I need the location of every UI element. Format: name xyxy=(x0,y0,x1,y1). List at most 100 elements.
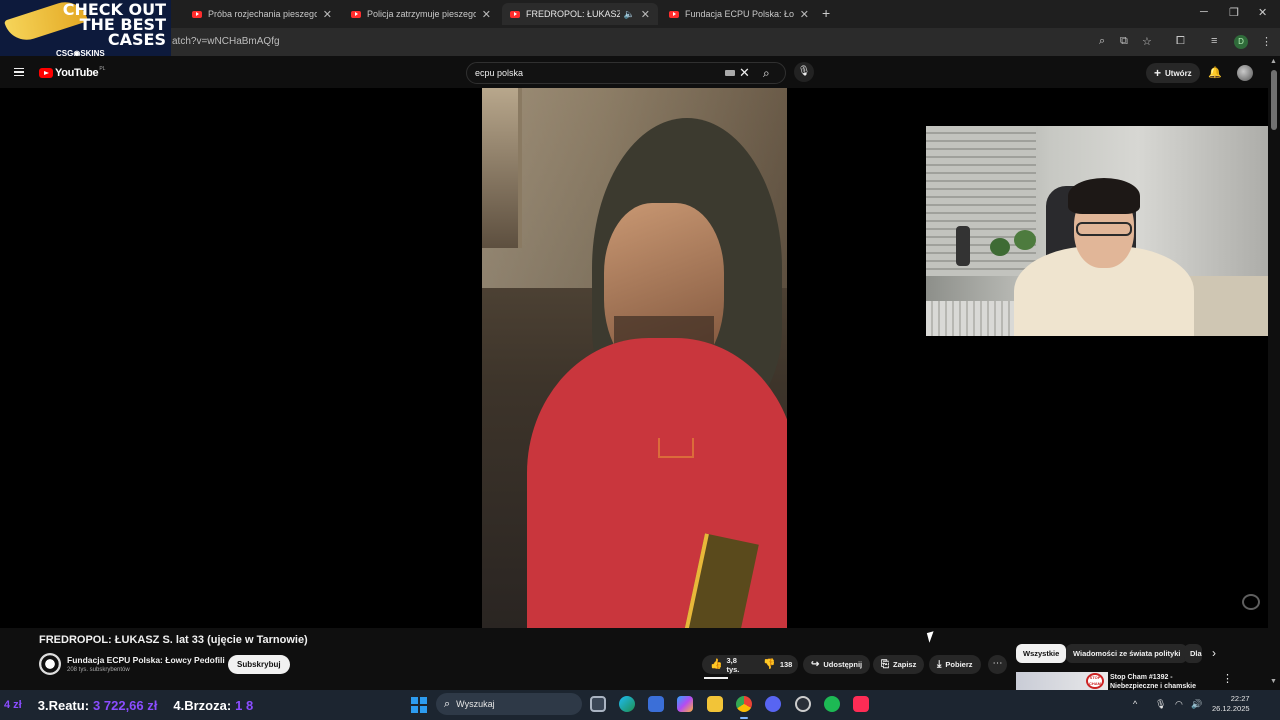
chrome-icon[interactable] xyxy=(736,696,752,719)
recommended-menu-icon[interactable]: ⋮ xyxy=(1222,672,1233,685)
taskbar-search[interactable]: ⌕ Wyszukaj xyxy=(436,693,582,715)
youtube-favicon-icon xyxy=(192,10,202,18)
maximize-icon[interactable]: ❐ xyxy=(1229,6,1239,19)
hamburger-menu-icon[interactable] xyxy=(14,68,24,76)
browser-tab[interactable]: Policja zatrzymuje pieszego na ✕ xyxy=(343,3,499,25)
video-scene-window xyxy=(482,88,522,248)
store-icon[interactable] xyxy=(648,696,664,712)
streamer-webcam-overlay xyxy=(926,126,1280,336)
search-icon[interactable]: ⌕ xyxy=(763,66,770,81)
screen: Próba rozjechania pieszego (Ba ✕ Policja… xyxy=(0,0,1280,720)
download-icon: ⤓ xyxy=(937,659,942,670)
chip-all[interactable]: Wszystkie xyxy=(1016,644,1067,663)
recommended-title-line: Stop Cham #1392 - xyxy=(1110,674,1173,681)
like-dislike-group: 👍 3,8 tys. 👎 138 xyxy=(702,655,798,674)
windows-start-icon[interactable] xyxy=(411,697,427,713)
search-icon: ⌕ xyxy=(444,697,451,710)
dislike-button[interactable]: 👎 138 xyxy=(755,655,800,674)
taskbar-search-placeholder: Wyszukaj xyxy=(456,699,495,709)
clear-search-icon[interactable]: ✕ xyxy=(739,65,750,81)
file-explorer-icon[interactable] xyxy=(707,696,723,712)
webcam-blinds xyxy=(926,126,1036,276)
volume-icon[interactable]: 🔊 xyxy=(1191,699,1202,710)
close-tab-icon[interactable]: ✕ xyxy=(482,8,491,21)
address-bar: atch?v=wNCHaBmAQfg ⌕ ⧉ ☆ ⧠ ≡ D ⋮ xyxy=(0,28,1280,56)
browser-tab[interactable]: Próba rozjechania pieszego (Ba ✕ xyxy=(184,3,340,25)
youtube-favicon-icon xyxy=(669,10,679,18)
youtube-favicon-icon xyxy=(351,10,361,18)
tab-title: Próba rozjechania pieszego (Ba xyxy=(208,9,317,19)
channel-watermark-icon[interactable] xyxy=(1242,594,1260,610)
close-tab-icon[interactable]: ✕ xyxy=(800,8,809,21)
url-field[interactable]: atch?v=wNCHaBmAQfg xyxy=(172,36,280,47)
close-window-icon[interactable]: ✕ xyxy=(1258,6,1267,19)
browser-tab-active[interactable]: FREDROPOL: ŁUKASZ S. lat 🔈 ✕ xyxy=(502,3,658,25)
zoom-icon[interactable]: ⌕ xyxy=(1099,35,1105,48)
speaker-icon[interactable]: 🔈 xyxy=(624,9,635,20)
scroll-up-icon[interactable]: ▲ xyxy=(1270,58,1277,65)
profile-avatar[interactable]: D xyxy=(1234,35,1248,49)
system-clock[interactable]: 22:27 26.12.2025 xyxy=(1212,694,1250,714)
ticker-value: 1 8 xyxy=(235,697,254,713)
like-count: 3,8 tys. xyxy=(726,655,740,674)
video-player[interactable] xyxy=(0,88,1280,628)
mouse-cursor-icon xyxy=(926,631,937,643)
spotify-icon[interactable] xyxy=(824,696,840,712)
ticker-value: 3 722,66 zł xyxy=(93,697,158,713)
browser-tab[interactable]: Fundacja ECPU Polska: Łowcy P ✕ xyxy=(661,3,817,25)
subscribe-button[interactable]: Subskrybuj xyxy=(228,655,290,674)
tray-microphone-icon[interactable]: 🎙 xyxy=(1155,699,1166,710)
search-box[interactable]: ecpu polska ✕ ⌕ xyxy=(466,62,786,84)
account-avatar[interactable] xyxy=(1237,65,1253,81)
webcam-plant xyxy=(1014,230,1036,250)
scrollbar-thumb[interactable] xyxy=(1271,70,1277,130)
chip-politics-news[interactable]: Wiadomości ze świata polityki xyxy=(1066,644,1188,663)
steam-icon[interactable] xyxy=(795,696,811,712)
minimize-icon[interactable]: ─ xyxy=(1200,6,1208,18)
page-scrollbar[interactable]: ▲ ▼ xyxy=(1268,56,1280,690)
chevron-right-icon[interactable]: › xyxy=(1212,646,1216,660)
like-button[interactable]: 👍 3,8 tys. xyxy=(702,655,747,674)
keyboard-icon[interactable] xyxy=(725,70,735,76)
plus-icon: + xyxy=(1154,66,1162,80)
share-button[interactable]: ↪ Udostępnij xyxy=(803,655,871,674)
new-tab-icon[interactable]: + xyxy=(822,5,830,21)
notifications-bell-icon[interactable]: 🔔 xyxy=(1208,66,1222,79)
clock-date: 26.12.2025 xyxy=(1212,704,1250,713)
tab-title: FREDROPOL: ŁUKASZ S. lat xyxy=(526,9,620,19)
thumbs-up-icon: 👍 xyxy=(710,659,723,670)
recommended-video[interactable]: STOP CHAM Stop Cham #1392 - Niebezpieczn… xyxy=(1016,670,1268,690)
tiktok-icon[interactable] xyxy=(853,696,869,712)
chip-for-you[interactable]: Dla xyxy=(1184,644,1202,663)
create-label: Utwórz xyxy=(1165,68,1192,78)
edge-icon[interactable] xyxy=(619,696,635,712)
close-tab-icon[interactable]: ✕ xyxy=(641,8,650,21)
scroll-down-icon[interactable]: ▼ xyxy=(1270,678,1277,685)
tray-chevron-up-icon[interactable]: ^ xyxy=(1133,699,1137,709)
channel-name[interactable]: Fundacja ECPU Polska: Łowcy Pedofili xyxy=(67,655,225,665)
webcam-person-hair xyxy=(1068,178,1140,214)
menu-kebab-icon[interactable]: ⋮ xyxy=(1261,35,1272,48)
copilot-icon[interactable] xyxy=(677,696,693,712)
overlay-ad[interactable]: CHECK OUT THE BEST CASES CSG◉SKINS xyxy=(0,0,171,62)
microphone-icon[interactable]: 🎙 xyxy=(794,62,814,82)
bookmark-star-icon[interactable]: ☆ xyxy=(1142,35,1152,48)
wifi-icon[interactable]: ◠ xyxy=(1175,699,1183,710)
recommended-title-line: Niebezpieczne i chamskie xyxy=(1110,683,1196,690)
cast-icon[interactable]: ⧉ xyxy=(1120,35,1128,48)
more-actions-icon[interactable]: ⋯ xyxy=(988,655,1007,674)
video-frame xyxy=(482,88,787,628)
save-label: Zapisz xyxy=(893,660,917,669)
task-view-icon[interactable] xyxy=(590,696,606,712)
like-underline xyxy=(704,677,728,679)
create-button[interactable]: + Utwórz xyxy=(1146,63,1200,83)
search-input[interactable]: ecpu polska xyxy=(475,68,523,78)
youtube-logo[interactable]: YouTube PL xyxy=(39,66,105,79)
discord-icon[interactable] xyxy=(765,696,781,712)
close-tab-icon[interactable]: ✕ xyxy=(323,8,332,21)
extensions-icon[interactable]: ⧠ xyxy=(1176,35,1185,48)
channel-avatar[interactable] xyxy=(39,653,61,675)
download-button[interactable]: ⤓ Pobierz xyxy=(929,655,981,674)
save-button[interactable]: ⎘ Zapisz xyxy=(873,655,925,674)
media-control-icon[interactable]: ≡ xyxy=(1211,35,1217,47)
